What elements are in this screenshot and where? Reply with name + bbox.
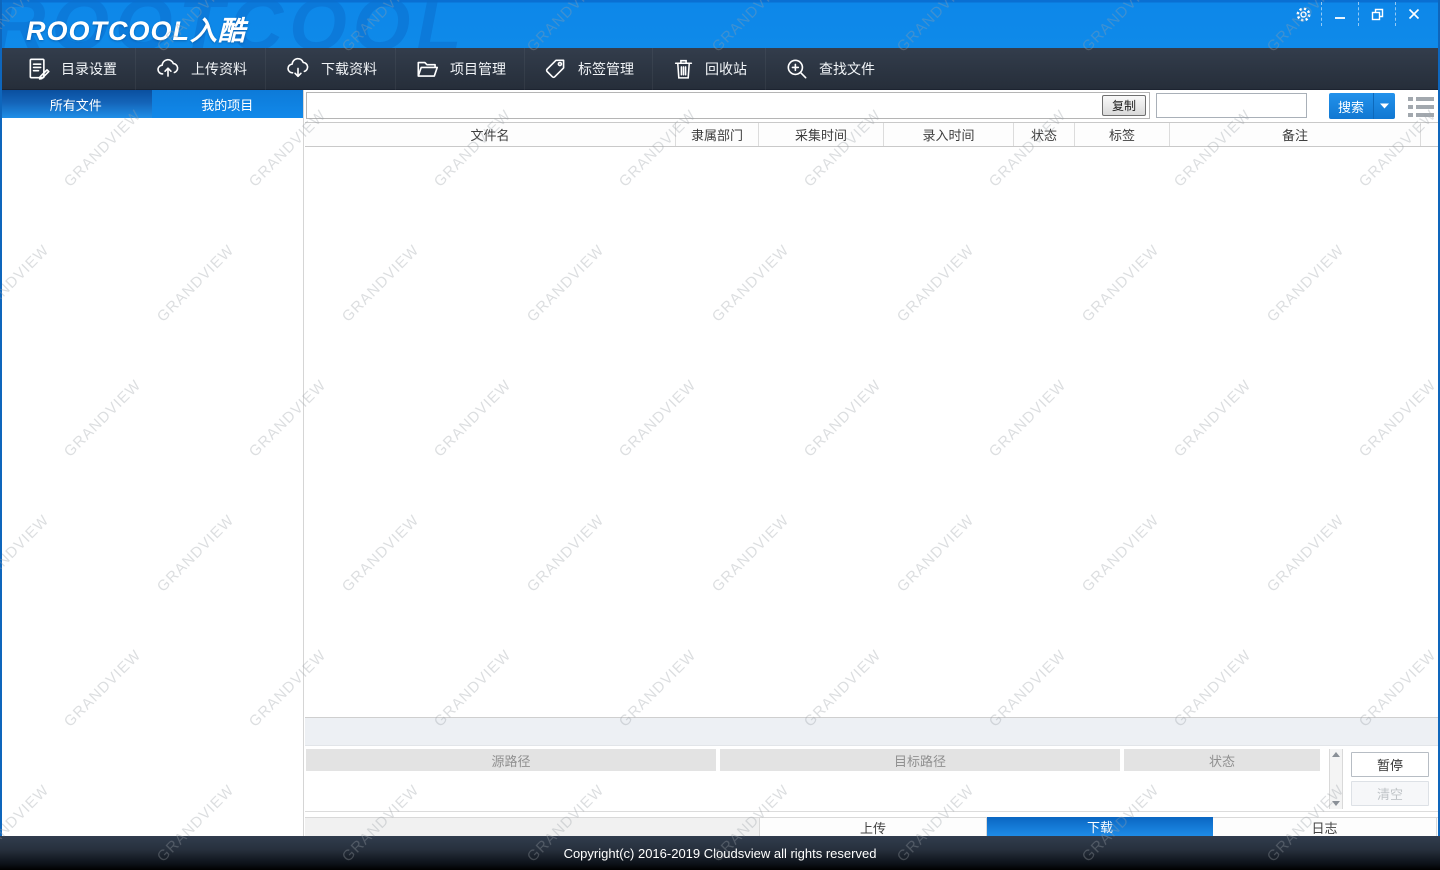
copy-button[interactable]: 复制	[1102, 95, 1146, 116]
app-logo: ROOTCOOL入酷	[26, 9, 246, 48]
search-input[interactable]	[1156, 93, 1307, 118]
sidebar-tab-my-projects[interactable]: 我的项目	[152, 90, 304, 118]
scroll-down-icon[interactable]	[1332, 801, 1340, 806]
minimize-button[interactable]	[1322, 1, 1358, 27]
transfer-tabs: 上传 下载 日志	[305, 817, 1440, 836]
transfer-table-header: 源路径 目标路径 状态	[306, 749, 1320, 771]
search-plus-icon	[784, 56, 810, 82]
file-table-header: 文件名 隶属部门 采集时间 录入时间 状态 标签 备注	[305, 122, 1440, 147]
scroll-up-icon[interactable]	[1332, 752, 1340, 757]
pause-button[interactable]: 暂停	[1351, 752, 1429, 777]
toolbar-item-tag-management[interactable]: 标签管理	[524, 48, 652, 90]
toolbar-item-label: 目录设置	[61, 59, 117, 79]
toolbar-item-label: 查找文件	[819, 59, 875, 79]
search-dropdown[interactable]	[1373, 93, 1395, 119]
document-edit-icon	[26, 56, 52, 82]
transfer-scrollbar[interactable]	[1329, 749, 1343, 809]
toolbar-item-download[interactable]: 下载资料	[265, 48, 395, 90]
toolbar-item-label: 回收站	[705, 59, 747, 79]
app-window: ROOTCOOL ROOTCOOL入酷	[0, 0, 1440, 870]
chevron-down-icon	[1379, 102, 1390, 110]
transfer-tabs-spacer	[305, 817, 760, 836]
tab-upload[interactable]: 上传	[760, 817, 987, 836]
toolbar-item-label: 标签管理	[578, 59, 634, 79]
transfer-panel: 源路径 目标路径 状态 暂停 清空	[305, 746, 1440, 812]
main-toolbar: 目录设置 上传资料 下载资料	[0, 48, 1440, 90]
trash-icon	[671, 56, 696, 82]
maximize-restore-button[interactable]	[1359, 1, 1395, 27]
tag-icon	[543, 56, 569, 82]
toolbar-item-label: 项目管理	[450, 59, 506, 79]
cloud-download-icon	[284, 56, 312, 82]
column-header-entry-time[interactable]: 录入时间	[884, 123, 1014, 146]
column-header-collect-time[interactable]: 采集时间	[759, 123, 884, 146]
clear-button[interactable]: 清空	[1351, 781, 1429, 806]
transfer-column-target: 目标路径	[720, 749, 1120, 771]
toolbar-item-directory-settings[interactable]: 目录设置	[8, 48, 135, 90]
copyright-text: Copyright(c) 2016-2019 Cloudsview all ri…	[564, 846, 877, 861]
sidebar-tree-panel[interactable]	[0, 118, 303, 836]
panel-splitter[interactable]	[305, 717, 1440, 746]
toolbar-item-label: 上传资料	[191, 59, 247, 79]
column-header-tag[interactable]: 标签	[1075, 123, 1170, 146]
list-view-icon[interactable]	[1408, 97, 1436, 117]
toolbar-item-upload[interactable]: 上传资料	[135, 48, 265, 90]
search-button-label: 搜索	[1329, 97, 1373, 116]
search-button[interactable]: 搜索	[1329, 93, 1395, 119]
window-controls	[1285, 0, 1432, 28]
column-header-filename[interactable]: 文件名	[305, 123, 676, 146]
settings-gear-icon[interactable]	[1285, 1, 1321, 27]
toolbar-item-find-files[interactable]: 查找文件	[765, 48, 893, 90]
toolbar-item-project-management[interactable]: 项目管理	[395, 48, 524, 90]
toolbar-item-recycle-bin[interactable]: 回收站	[652, 48, 765, 90]
close-button[interactable]	[1396, 1, 1432, 27]
sidebar: 所有文件 我的项目	[0, 90, 304, 836]
footer-bar: Copyright(c) 2016-2019 Cloudsview all ri…	[0, 836, 1440, 870]
tab-log[interactable]: 日志	[1213, 817, 1437, 836]
folder-icon	[414, 56, 441, 82]
column-header-status[interactable]: 状态	[1014, 123, 1075, 146]
toolbar-item-label: 下载资料	[321, 59, 377, 79]
file-table-body[interactable]	[305, 148, 1440, 717]
transfer-column-status: 状态	[1124, 749, 1320, 771]
tab-download[interactable]: 下载	[987, 817, 1213, 836]
column-header-remark[interactable]: 备注	[1170, 123, 1421, 146]
cloud-upload-icon	[154, 56, 182, 82]
sidebar-tabs: 所有文件 我的项目	[0, 90, 303, 118]
transfer-column-source: 源路径	[306, 749, 716, 771]
window-border-left	[0, 0, 2, 836]
titlebar: ROOTCOOL ROOTCOOL入酷	[0, 0, 1440, 48]
column-header-department[interactable]: 隶属部门	[676, 123, 759, 146]
path-bar[interactable]: 复制	[306, 92, 1150, 119]
sidebar-tab-all-files[interactable]: 所有文件	[0, 90, 152, 118]
main-panel: 复制 搜索 文件名 隶属部门 采集时间 录入时间 状态 标签 备注	[305, 90, 1440, 836]
